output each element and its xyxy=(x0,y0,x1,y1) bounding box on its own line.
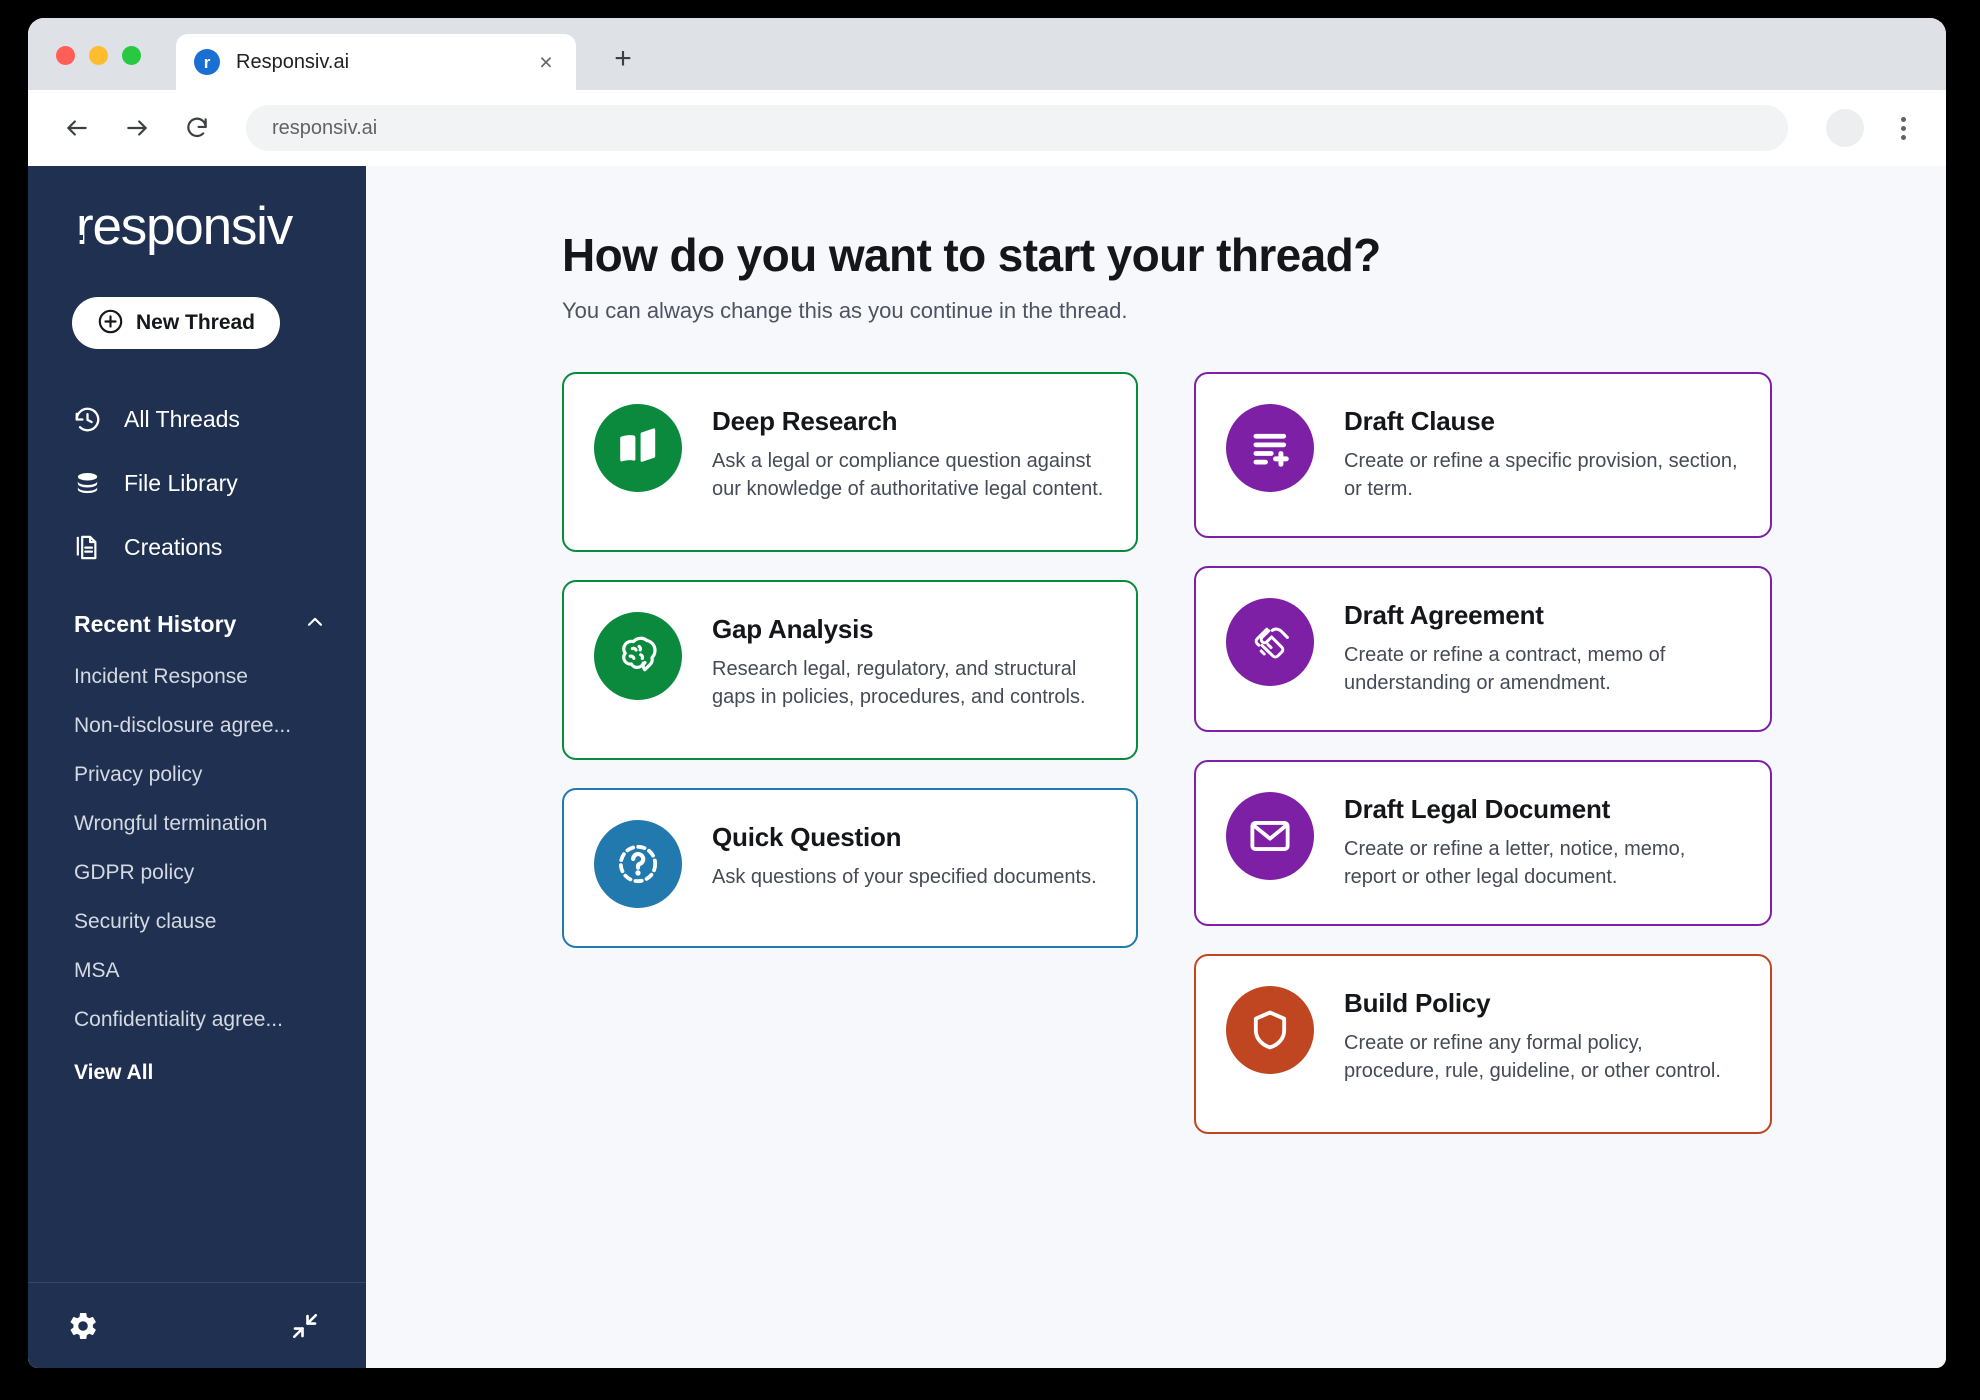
card-draft-legal-document[interactable]: Draft Legal Document Create or refine a … xyxy=(1194,760,1772,926)
card-description: Create or refine any formal policy, proc… xyxy=(1344,1032,1721,1083)
favicon-letter: r xyxy=(203,52,211,72)
sidebar-item-file-library[interactable]: File Library xyxy=(28,451,366,515)
card-title: Deep Research xyxy=(712,406,898,436)
card-text: Draft Agreement Create or refine a contr… xyxy=(1344,594,1742,698)
shield-icon xyxy=(1226,986,1314,1074)
handshake-icon xyxy=(1226,598,1314,686)
reload-icon[interactable] xyxy=(178,109,216,147)
card-description: Ask a legal or compliance question again… xyxy=(712,450,1104,501)
card-title: Quick Question xyxy=(712,822,902,852)
browser-tab[interactable]: r Responsiv.ai × xyxy=(176,34,576,90)
card-title: Draft Agreement xyxy=(1344,600,1544,630)
page-title: How do you want to start your thread? xyxy=(562,229,1381,281)
sidebar: responsiv New Thread All Threads File Li… xyxy=(28,166,366,1368)
collapse-arrows-icon[interactable] xyxy=(288,1309,322,1343)
card-text: Build Policy Create or refine any formal… xyxy=(1344,982,1742,1086)
list-item[interactable]: Wrongful termination xyxy=(28,799,366,848)
card-description: Ask questions of your specified document… xyxy=(712,866,1097,888)
view-all-link[interactable]: View All xyxy=(28,1048,366,1097)
sidebar-item-label: File Library xyxy=(124,469,238,496)
card-build-policy[interactable]: Build Policy Create or refine any formal… xyxy=(1194,954,1772,1134)
card-text: Quick Question Ask questions of your spe… xyxy=(712,816,1097,891)
sidebar-item-label: Creations xyxy=(124,533,223,560)
new-thread-button[interactable]: New Thread xyxy=(72,297,280,349)
card-title: Build Policy xyxy=(1344,988,1491,1018)
list-item[interactable]: Incident Response xyxy=(28,652,366,701)
card-quick-question[interactable]: Quick Question Ask questions of your spe… xyxy=(562,788,1138,948)
card-text: Draft Legal Document Create or refine a … xyxy=(1344,788,1742,892)
card-title: Draft Clause xyxy=(1344,406,1495,436)
list-item[interactable]: Non-disclosure agree... xyxy=(28,701,366,750)
sidebar-footer xyxy=(28,1282,366,1368)
address-bar-url: responsiv.ai xyxy=(272,116,378,139)
main-content: How do you want to start your thread? Yo… xyxy=(366,166,1946,1368)
card-description: Create or refine a specific provision, s… xyxy=(1344,450,1738,501)
card-text: Draft Clause Create or refine a specific… xyxy=(1344,400,1742,504)
close-window-button[interactable] xyxy=(56,46,75,65)
close-tab-icon[interactable]: × xyxy=(532,48,560,76)
gear-icon[interactable] xyxy=(66,1309,100,1343)
card-description: Create or refine a letter, notice, memo,… xyxy=(1344,838,1686,889)
minimize-window-button[interactable] xyxy=(89,46,108,65)
envelope-icon xyxy=(1226,792,1314,880)
app-container: responsiv New Thread All Threads File Li… xyxy=(28,166,1946,1368)
list-item[interactable]: MSA xyxy=(28,946,366,995)
card-gap-analysis[interactable]: Gap Analysis Research legal, regulatory,… xyxy=(562,580,1138,760)
card-draft-agreement[interactable]: Draft Agreement Create or refine a contr… xyxy=(1194,566,1772,732)
browser-tab-strip: r Responsiv.ai × + xyxy=(28,18,1946,90)
thread-type-grid: Deep Research Ask a legal or compliance … xyxy=(562,372,1946,1134)
card-title: Gap Analysis xyxy=(712,614,874,644)
sidebar-item-label: All Threads xyxy=(124,405,240,432)
recent-history-title: Recent History xyxy=(74,611,237,637)
card-title: Draft Legal Document xyxy=(1344,794,1611,824)
back-arrow-icon[interactable] xyxy=(58,109,96,147)
question-circle-icon xyxy=(594,820,682,908)
sidebar-nav: All Threads File Library Creations xyxy=(28,387,366,579)
browser-window: r Responsiv.ai × + responsiv.ai responsi… xyxy=(28,18,1946,1368)
history-clock-icon xyxy=(72,404,102,434)
recent-history-list: Incident Response Non-disclosure agree..… xyxy=(28,652,366,1097)
brain-icon xyxy=(594,612,682,700)
address-bar[interactable]: responsiv.ai xyxy=(246,105,1788,151)
database-stack-icon xyxy=(72,468,102,498)
profile-avatar[interactable] xyxy=(1826,109,1864,147)
documents-icon xyxy=(72,532,102,562)
new-tab-button[interactable]: + xyxy=(604,40,642,78)
list-item[interactable]: Confidentiality agree... xyxy=(28,995,366,1044)
card-deep-research[interactable]: Deep Research Ask a legal or compliance … xyxy=(562,372,1138,552)
page-subtitle: You can always change this as you contin… xyxy=(562,298,1128,323)
site-favicon-icon: r xyxy=(194,49,220,75)
forward-arrow-icon[interactable] xyxy=(118,109,156,147)
list-item[interactable]: Security clause xyxy=(28,897,366,946)
card-draft-clause[interactable]: Draft Clause Create or refine a specific… xyxy=(1194,372,1772,538)
open-book-icon xyxy=(594,404,682,492)
list-item[interactable]: Privacy policy xyxy=(28,750,366,799)
logo-r-mark: r xyxy=(76,197,94,256)
card-text: Deep Research Ask a legal or compliance … xyxy=(712,400,1108,504)
chevron-up-icon[interactable] xyxy=(304,611,326,638)
document-lines-plus-icon xyxy=(1226,404,1314,492)
recent-history-section-toggle[interactable]: Recent History xyxy=(74,611,326,638)
card-description: Create or refine a contract, memo of und… xyxy=(1344,644,1666,695)
card-text: Gap Analysis Research legal, regulatory,… xyxy=(712,608,1108,712)
maximize-window-button[interactable] xyxy=(122,46,141,65)
left-card-column: Deep Research Ask a legal or compliance … xyxy=(562,372,1138,1134)
browser-toolbar: responsiv.ai xyxy=(28,90,1946,166)
browser-menu-icon[interactable] xyxy=(1886,109,1920,147)
list-item[interactable]: GDPR policy xyxy=(28,848,366,897)
window-traffic-lights xyxy=(56,46,141,65)
right-card-column: Draft Clause Create or refine a specific… xyxy=(1194,372,1772,1134)
sidebar-item-all-threads[interactable]: All Threads xyxy=(28,387,366,451)
card-description: Research legal, regulatory, and structur… xyxy=(712,658,1086,709)
logo-text: esponsiv xyxy=(92,197,293,256)
brand-logo: responsiv xyxy=(76,200,366,253)
new-thread-label: New Thread xyxy=(135,311,256,334)
plus-circle-icon xyxy=(97,308,124,338)
tab-title: Responsiv.ai xyxy=(236,50,350,73)
sidebar-item-creations[interactable]: Creations xyxy=(28,515,366,579)
screen: r Responsiv.ai × + responsiv.ai responsi… xyxy=(0,0,1980,1400)
